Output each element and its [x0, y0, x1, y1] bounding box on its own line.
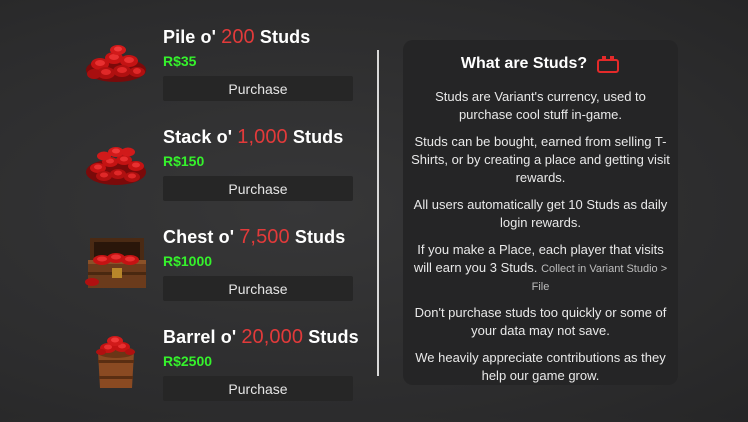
purchase-button-chest[interactable]: Purchase [163, 276, 353, 301]
studs-barrel-icon [82, 330, 150, 392]
offer-title-prefix: Chest o' [163, 227, 240, 247]
offer-title-suffix: Studs [303, 327, 359, 347]
info-body: Studs are Variant's currency, used to pu… [411, 88, 670, 394]
info-note: Collect in Variant Studio > File [531, 263, 668, 293]
info-paragraph: All users automatically get 10 Studs as … [413, 197, 668, 230]
offer-amount: 7,500 [239, 226, 290, 248]
offer-price: R$1000 [163, 253, 213, 269]
offer-title: Stack o' 1,000 Studs [163, 126, 343, 149]
offer-item-barrel: Barrel o' 20,000 Studs R$2500 Purchase [78, 322, 368, 422]
offer-price: R$35 [163, 53, 197, 69]
offer-title-prefix: Pile o' [163, 27, 222, 47]
info-title: What are Studs? [460, 55, 588, 72]
studs-offers-list: Pile o' 200 Studs R$35 Purchase Stack o'… [78, 22, 368, 422]
offer-title: Pile o' 200 Studs [163, 26, 310, 49]
studs-stack-icon [82, 130, 150, 192]
info-paragraph-with-note: If you make a Place, each player that vi… [411, 241, 670, 295]
offer-item-pile: Pile o' 200 Studs R$35 Purchase [78, 22, 368, 122]
studs-pile-icon [82, 30, 150, 92]
offer-item-stack: Stack o' 1,000 Studs R$150 Purchase [78, 122, 368, 222]
studs-info-panel: What are Studs? Studs are Variant's curr… [403, 40, 678, 385]
treasure-chest-icon [82, 230, 150, 292]
purchase-button-pile[interactable]: Purchase [163, 76, 353, 101]
info-paragraph: We heavily appreciate contributions as t… [415, 350, 666, 383]
offer-amount: 20,000 [241, 326, 304, 348]
offer-title: Chest o' 7,500 Studs [163, 226, 345, 249]
offer-title: Barrel o' 20,000 Studs [163, 326, 359, 349]
offer-price: R$2500 [163, 353, 213, 369]
offer-price: R$150 [163, 153, 205, 169]
info-paragraph: Don't purchase studs too quickly or some… [414, 305, 667, 338]
offer-item-chest: Chest o' 7,500 Studs R$1000 Purchase [78, 222, 368, 322]
offer-amount: 1,000 [237, 126, 288, 148]
stud-brick-icon [596, 54, 620, 74]
offer-title-suffix: Studs [254, 27, 311, 47]
purchase-button-stack[interactable]: Purchase [163, 176, 353, 201]
offer-title-prefix: Barrel o' [163, 327, 242, 347]
offer-title-prefix: Stack o' [163, 127, 238, 147]
vertical-divider [377, 50, 379, 376]
offer-title-suffix: Studs [287, 127, 344, 147]
offer-title-suffix: Studs [289, 227, 346, 247]
info-paragraph: Studs are Variant's currency, used to pu… [435, 89, 646, 122]
purchase-button-barrel[interactable]: Purchase [163, 376, 353, 401]
info-paragraph: Studs can be bought, earned from selling… [411, 134, 670, 185]
info-header: What are Studs? [403, 54, 678, 74]
offer-amount: 200 [221, 26, 255, 48]
